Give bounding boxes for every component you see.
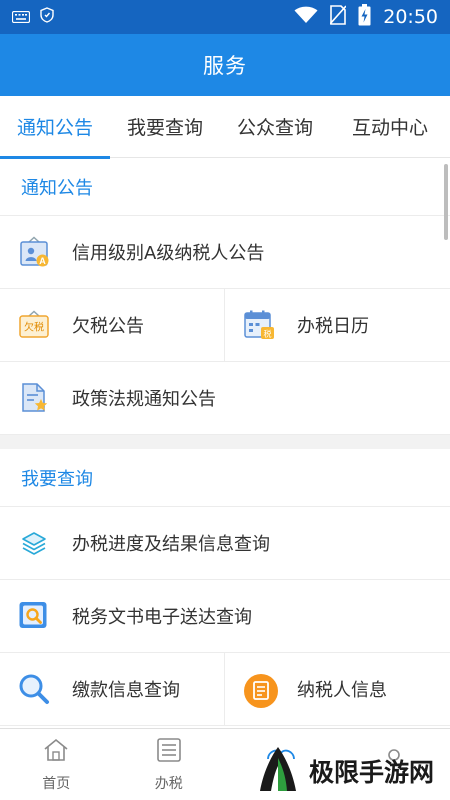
watermark-text: 极限手游网 bbox=[309, 758, 435, 787]
tab-notice[interactable]: 通知公告 bbox=[0, 96, 110, 159]
list-icon bbox=[156, 737, 182, 767]
document-search-icon bbox=[18, 600, 50, 632]
keyboard-icon bbox=[11, 8, 31, 27]
credit-level-board-icon: A bbox=[18, 236, 50, 268]
home-icon bbox=[43, 737, 69, 767]
section-title: 我要查询 bbox=[21, 468, 93, 490]
status-time: 20:50 bbox=[383, 6, 438, 28]
section-header-query: 我要查询 bbox=[0, 449, 450, 507]
list-row: 办税进度及结果信息查询 bbox=[0, 507, 450, 580]
tab-label: 我要查询 bbox=[126, 117, 203, 139]
nav-home[interactable]: 首页 bbox=[0, 729, 113, 800]
taxpayer-info-item[interactable]: 纳税人信息 bbox=[225, 653, 450, 726]
taxpayer-info-icon bbox=[243, 673, 278, 708]
payment-info-query-item[interactable]: 缴款信息查询 bbox=[0, 652, 225, 726]
list-row: 税务文书电子送达查询 bbox=[0, 580, 450, 653]
tab-interaction-center[interactable]: 互动中心 bbox=[330, 96, 450, 158]
service-list[interactable]: 通知公告 A 信用级别A级纳税人公告 欠税 欠税公告 税 办税日历 政策法规通知… bbox=[0, 158, 450, 728]
list-row: 欠税 欠税公告 税 办税日历 bbox=[0, 288, 450, 362]
tax-calendar-item[interactable]: 税 办税日历 bbox=[225, 289, 450, 362]
tax-arrears-notice-item[interactable]: 欠税 欠税公告 bbox=[0, 288, 225, 362]
scrollbar[interactable] bbox=[444, 164, 448, 240]
policy-document-icon bbox=[18, 382, 50, 414]
item-label: 欠税公告 bbox=[72, 316, 144, 337]
item-label: 纳税人信息 bbox=[297, 680, 387, 701]
watermark-logo-icon bbox=[255, 744, 301, 798]
layers-icon bbox=[18, 527, 50, 559]
nav-label: 办税 bbox=[154, 776, 183, 792]
tab-query[interactable]: 我要查询 bbox=[110, 96, 220, 158]
list-row: 缴款信息查询 纳税人信息 bbox=[0, 652, 450, 726]
tax-calendar-icon: 税 bbox=[243, 309, 275, 341]
status-bar: 20:50 bbox=[0, 0, 450, 34]
search-icon bbox=[18, 673, 50, 705]
tax-arrears-icon-text: 欠税 bbox=[24, 321, 44, 334]
nav-label: 首页 bbox=[42, 776, 71, 792]
credit-a-taxpayer-notice-item[interactable]: A 信用级别A级纳税人公告 bbox=[0, 216, 450, 289]
tax-calendar-icon-text: 税 bbox=[264, 329, 272, 339]
list-row: A 信用级别A级纳税人公告 bbox=[0, 216, 450, 289]
item-label: 办税日历 bbox=[297, 316, 369, 337]
svg-text:A: A bbox=[39, 256, 46, 266]
shield-icon bbox=[40, 7, 54, 27]
item-label: 办税进度及结果信息查询 bbox=[72, 534, 270, 555]
wifi-icon bbox=[294, 6, 318, 29]
tax-document-delivery-query-item[interactable]: 税务文书电子送达查询 bbox=[0, 580, 450, 653]
watermark: 极限手游网 bbox=[255, 742, 450, 800]
item-label: 税务文书电子送达查询 bbox=[72, 607, 252, 628]
item-label: 政策法规通知公告 bbox=[72, 389, 216, 410]
section-header-notice: 通知公告 bbox=[0, 158, 450, 216]
section-divider bbox=[0, 435, 450, 449]
nav-tax[interactable]: 办税 bbox=[113, 729, 226, 800]
battery-charging-icon bbox=[358, 3, 371, 31]
tab-label: 互动中心 bbox=[351, 117, 428, 139]
app-bar: 服务 bbox=[0, 34, 450, 96]
section-title: 通知公告 bbox=[21, 177, 93, 199]
tax-arrears-board-icon: 欠税 bbox=[18, 309, 50, 341]
page-title: 服务 bbox=[203, 54, 247, 78]
tab-label: 公众查询 bbox=[236, 117, 313, 139]
tab-public-query[interactable]: 公众查询 bbox=[220, 96, 330, 158]
list-row: 政策法规通知公告 bbox=[0, 362, 450, 435]
tax-progress-query-item[interactable]: 办税进度及结果信息查询 bbox=[0, 507, 450, 580]
policy-notice-item[interactable]: 政策法规通知公告 bbox=[0, 362, 450, 435]
item-label: 信用级别A级纳税人公告 bbox=[72, 243, 265, 264]
no-sim-icon bbox=[329, 4, 347, 30]
tab-label: 通知公告 bbox=[16, 117, 93, 139]
tab-bar: 通知公告 我要查询 公众查询 互动中心 bbox=[0, 96, 450, 159]
item-label: 缴款信息查询 bbox=[72, 680, 180, 701]
